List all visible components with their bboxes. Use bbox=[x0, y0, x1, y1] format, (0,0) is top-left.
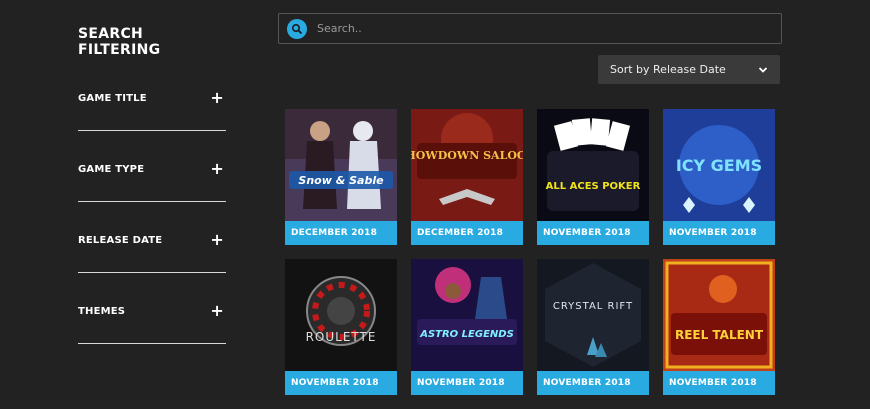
game-thumbnail[interactable]: REEL TALENT bbox=[663, 259, 775, 371]
game-card[interactable]: CRYSTAL RIFT NOVEMBER 2018 bbox=[537, 259, 649, 395]
game-grid: Snow & Sable DECEMBER 2018 SHOWDOWN SALO… bbox=[285, 109, 775, 395]
sort-dropdown[interactable]: Sort by Release Date bbox=[598, 55, 780, 84]
filter-label: GAME TYPE bbox=[78, 163, 145, 175]
game-thumbnail[interactable]: ALL ACES POKER bbox=[537, 109, 649, 221]
filter-label: RELEASE DATE bbox=[78, 234, 163, 246]
game-art-text: ROULETTE bbox=[306, 330, 377, 344]
game-art-text: SHOWDOWN SALOON bbox=[411, 149, 523, 162]
game-card[interactable]: REEL TALENT NOVEMBER 2018 bbox=[663, 259, 775, 395]
search-bar bbox=[278, 13, 782, 44]
release-date-label: NOVEMBER 2018 bbox=[285, 371, 397, 395]
game-art-text: Snow & Sable bbox=[298, 174, 384, 187]
filter-release-date[interactable]: RELEASE DATE + bbox=[78, 226, 226, 273]
release-date-label: NOVEMBER 2018 bbox=[663, 221, 775, 245]
filter-game-type[interactable]: GAME TYPE + bbox=[78, 155, 226, 202]
sort-label: Sort by Release Date bbox=[610, 63, 726, 76]
filter-label: THEMES bbox=[78, 305, 126, 317]
release-date-label: NOVEMBER 2018 bbox=[537, 371, 649, 395]
game-card[interactable]: ICY GEMS NOVEMBER 2018 bbox=[663, 109, 775, 245]
game-art-text: ASTRO LEGENDS bbox=[419, 329, 514, 340]
game-art-text: ICY GEMS bbox=[676, 156, 762, 175]
game-thumbnail[interactable]: SHOWDOWN SALOON bbox=[411, 109, 523, 221]
sidebar-title: SEARCH FILTERING bbox=[78, 26, 161, 58]
game-card[interactable]: ASTRO LEGENDS NOVEMBER 2018 bbox=[411, 259, 523, 395]
filter-themes[interactable]: THEMES + bbox=[78, 297, 226, 344]
filter-sidebar: SEARCH FILTERING GAME TITLE + GAME TYPE … bbox=[78, 26, 226, 368]
plus-icon[interactable]: + bbox=[210, 161, 224, 177]
filter-game-title[interactable]: GAME TITLE + bbox=[78, 84, 226, 131]
game-thumbnail[interactable]: ASTRO LEGENDS bbox=[411, 259, 523, 371]
filter-label: GAME TITLE bbox=[78, 92, 147, 104]
search-input[interactable] bbox=[315, 21, 759, 36]
search-icon[interactable] bbox=[287, 18, 307, 39]
plus-icon[interactable]: + bbox=[210, 232, 224, 248]
game-thumbnail[interactable]: ICY GEMS bbox=[663, 109, 775, 221]
plus-icon[interactable]: + bbox=[210, 303, 224, 319]
release-date-label: NOVEMBER 2018 bbox=[411, 371, 523, 395]
release-date-label: DECEMBER 2018 bbox=[285, 221, 397, 245]
game-card[interactable]: SHOWDOWN SALOON DECEMBER 2018 bbox=[411, 109, 523, 245]
release-date-label: DECEMBER 2018 bbox=[411, 221, 523, 245]
game-art-text: ALL ACES POKER bbox=[546, 181, 641, 192]
game-art-text: CRYSTAL RIFT bbox=[553, 301, 633, 312]
game-card[interactable]: ALL ACES POKER NOVEMBER 2018 bbox=[537, 109, 649, 245]
game-card[interactable]: ROULETTE NOVEMBER 2018 bbox=[285, 259, 397, 395]
game-thumbnail[interactable]: CRYSTAL RIFT bbox=[537, 259, 649, 371]
release-date-label: NOVEMBER 2018 bbox=[537, 221, 649, 245]
game-card[interactable]: Snow & Sable DECEMBER 2018 bbox=[285, 109, 397, 245]
game-thumbnail[interactable]: ROULETTE bbox=[285, 259, 397, 371]
game-art-text: REEL TALENT bbox=[675, 328, 764, 342]
plus-icon[interactable]: + bbox=[210, 90, 224, 106]
game-thumbnail[interactable]: Snow & Sable bbox=[285, 109, 397, 221]
release-date-label: NOVEMBER 2018 bbox=[663, 371, 775, 395]
chevron-down-icon bbox=[758, 66, 768, 73]
